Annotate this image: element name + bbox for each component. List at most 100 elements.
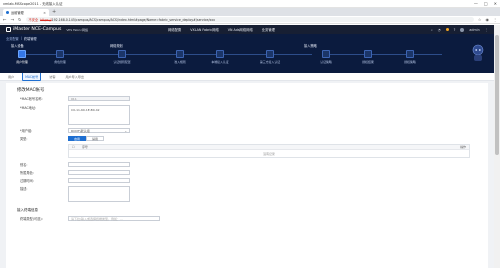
browser-tab[interactable]: 运维管理 × bbox=[3, 9, 49, 16]
group-select[interactable]: ROOT\默认组 ⌄ bbox=[68, 128, 130, 133]
profile-icon[interactable]: ◉ bbox=[486, 17, 490, 22]
mac-address-row: *MAC地址: C0-11-60-1E-B0-42 bbox=[20, 105, 130, 125]
security-warning[interactable]: 不安全 bbox=[29, 17, 39, 22]
admission-icon bbox=[176, 50, 184, 58]
step-label: 授权策略 bbox=[404, 60, 416, 64]
terminal-input[interactable]: 请下拉/输入或选择终端类型，例如：... bbox=[68, 216, 160, 221]
browser-tools: ☆ ◉ ⋮ bbox=[478, 17, 497, 22]
step-label: 准入规则 bbox=[174, 60, 186, 64]
step-authz-policy[interactable]: 授权策略 bbox=[392, 49, 428, 64]
breadcrumb-separator: | bbox=[20, 36, 22, 40]
scrollbar-thumb[interactable] bbox=[495, 35, 499, 155]
brand: iMaster NCE-Campus VPS Fabric网络 bbox=[6, 27, 88, 32]
subtabs: 用户 MAC帐号 访客 用户导入导出 bbox=[0, 72, 494, 81]
step-role-mgmt[interactable]: 角色管理 bbox=[42, 49, 78, 64]
breadcrumb-item-1[interactable]: 业务配置 bbox=[6, 36, 19, 41]
mac-address-field[interactable]: C0-11-60-1E-B0-42 bbox=[68, 105, 130, 125]
new-tab-icon[interactable]: + bbox=[52, 9, 56, 16]
column-index: 序号 bbox=[82, 145, 88, 149]
tab-import-export[interactable]: 用户导入导出 bbox=[63, 73, 86, 80]
search-icon[interactable]: ⌕ bbox=[431, 28, 433, 32]
browser-tabbar: 运维管理 × + bbox=[0, 8, 500, 16]
menu-icon[interactable]: ⋮ bbox=[493, 17, 497, 22]
window-controls: — □ ✕ bbox=[474, 1, 497, 6]
close-button[interactable]: ✕ bbox=[494, 1, 497, 6]
process-banner: 业务配置 | 终端管理 接入设备 网络规划 接入策略 用户管理 角色管理 认证规… bbox=[0, 34, 494, 73]
desc-label: 描述: bbox=[20, 187, 28, 191]
main-menu: 网络配置 VXLAN Fabric网络 VN Ads网络网络 业务管理 bbox=[168, 27, 275, 32]
enable-option[interactable]: 启用 bbox=[68, 136, 86, 141]
app-topnav: iMaster NCE-Campus VPS Fabric网络 网络配置 VXL… bbox=[0, 25, 494, 34]
favicon-icon bbox=[6, 11, 9, 14]
maximize-button[interactable]: □ bbox=[484, 1, 488, 6]
browser-window: vmlab-MSScope2011 - 无线接入认证 — □ ✕ 运维管理 × … bbox=[0, 0, 500, 268]
expire-row: 过期时间: bbox=[20, 178, 130, 183]
group-select-value: ROOT\默认组 bbox=[71, 128, 90, 133]
minimize-button[interactable]: — bbox=[474, 1, 478, 6]
breadcrumb: 业务配置 | 终端管理 bbox=[6, 36, 37, 41]
flow-group-1: 接入设备 bbox=[11, 44, 24, 48]
url-field[interactable]: 不安全 https://192.168.0.145/campus/ACS/cam… bbox=[25, 16, 474, 23]
grid-icon[interactable]: ⋮ bbox=[485, 28, 488, 32]
step-user-mgmt[interactable]: 用户管理 bbox=[4, 49, 40, 64]
url-scheme: https:// bbox=[40, 17, 52, 22]
alias-input[interactable] bbox=[68, 162, 130, 167]
step-label: 用户管理 bbox=[16, 60, 28, 64]
step-label: 认证策略 bbox=[320, 60, 332, 64]
menu-item-business[interactable]: 业务管理 bbox=[262, 27, 275, 32]
username[interactable]: admin bbox=[469, 28, 479, 32]
step-local-auth[interactable]: 本端接入认证 bbox=[202, 49, 238, 64]
desc-input[interactable] bbox=[68, 186, 130, 202]
rule-icon bbox=[118, 50, 126, 58]
status-row: 类型: 启用 禁用 bbox=[20, 136, 104, 141]
expire-input[interactable] bbox=[68, 178, 130, 183]
address-bar: ← → ↻ 不安全 https://192.168.0.145/campus/A… bbox=[0, 16, 500, 24]
window-titlebar: vmlab-MSScope2011 - 无线接入认证 — □ ✕ bbox=[0, 0, 500, 8]
assistant-robot-icon[interactable] bbox=[470, 44, 486, 62]
page-title: 修改MAC帐号 bbox=[17, 88, 45, 93]
step-label: 角色管理 bbox=[54, 60, 66, 64]
flow-group-3: 接入策略 bbox=[304, 44, 317, 48]
menu-item-vxlan[interactable]: VXLAN Fabric网络 bbox=[190, 27, 219, 32]
mac-account-field: 011 bbox=[68, 96, 130, 101]
alias-label: 别名: bbox=[20, 163, 28, 167]
step-third-party-auth[interactable]: 第三方接入认证 bbox=[252, 49, 288, 64]
star-icon[interactable]: ☆ bbox=[478, 17, 482, 22]
step-auth-policy[interactable]: 认证策略 bbox=[308, 49, 344, 64]
select-all-checkbox[interactable]: ☐ bbox=[72, 145, 82, 149]
status-toggle: 启用 禁用 bbox=[68, 136, 104, 141]
brand-logo-icon bbox=[6, 27, 11, 32]
step-auth-rule[interactable]: 认证规则配置 bbox=[104, 49, 140, 64]
step-authz-result[interactable]: 授权结果 bbox=[350, 49, 386, 64]
header-tools: ⌕ ◔ ? admin ⋮ bbox=[431, 27, 488, 32]
expire-label: 过期时间: bbox=[20, 179, 34, 183]
menu-item-network-config[interactable]: 网络配置 bbox=[168, 27, 181, 32]
tab-guest[interactable]: 访客 bbox=[47, 73, 57, 80]
reload-icon[interactable]: ↻ bbox=[18, 17, 22, 22]
menu-item-vn[interactable]: VN Ads网络网络 bbox=[228, 27, 253, 32]
page-scrollbar[interactable] bbox=[494, 25, 500, 268]
close-tab-icon[interactable]: × bbox=[43, 11, 46, 15]
mac-address-label: *MAC地址: bbox=[20, 106, 37, 110]
third-party-icon bbox=[266, 50, 274, 58]
binding-table: ☐ 序号 操作 没有记录 bbox=[68, 144, 470, 158]
step-admission[interactable]: 准入规则 bbox=[162, 49, 198, 64]
disable-option[interactable]: 禁用 bbox=[86, 136, 104, 141]
auth-policy-icon bbox=[322, 50, 330, 58]
edit-panel: 修改MAC帐号 *MAC帐号名称: 011 *MAC地址: C0-11-60-1… bbox=[6, 83, 488, 268]
bell-icon[interactable]: ◔ bbox=[438, 28, 441, 32]
tab-mac-account[interactable]: MAC帐号 bbox=[22, 72, 42, 81]
tab-users[interactable]: 用户 bbox=[6, 73, 16, 80]
forward-icon[interactable]: → bbox=[11, 17, 15, 22]
local-auth-icon bbox=[216, 50, 224, 58]
avatar[interactable] bbox=[460, 27, 465, 32]
table-empty-text: 没有记录 bbox=[263, 152, 275, 156]
back-icon[interactable]: ← bbox=[3, 17, 7, 22]
role-input[interactable] bbox=[68, 170, 130, 175]
step-label: 认证规则配置 bbox=[113, 60, 131, 64]
status-label: 类型: bbox=[20, 137, 28, 141]
url-text: https://192.168.0.145/campus/ACS/campus/… bbox=[40, 18, 215, 22]
mac-account-row: *MAC帐号名称: 011 bbox=[20, 96, 130, 101]
help-icon[interactable]: ? bbox=[454, 28, 456, 32]
alias-row: 别名: bbox=[20, 162, 130, 167]
